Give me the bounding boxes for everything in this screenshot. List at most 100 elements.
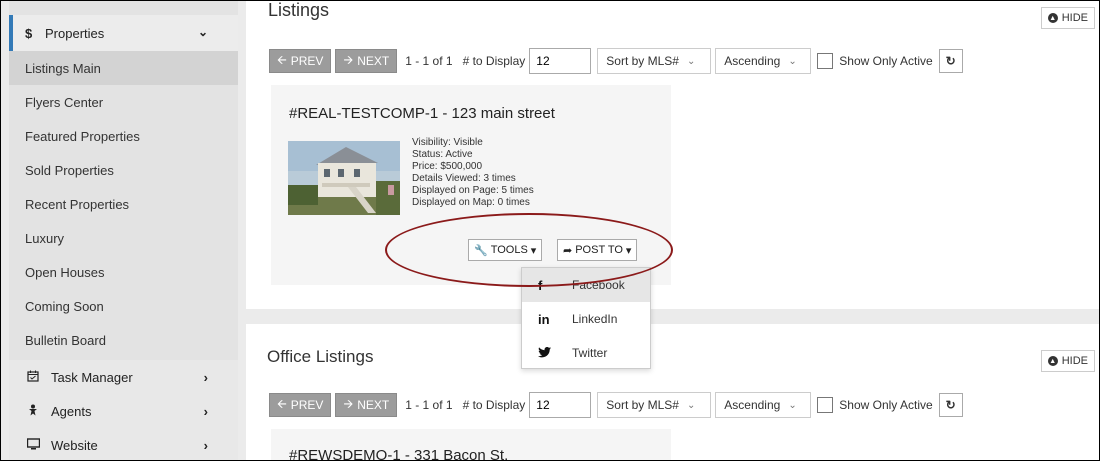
order-select[interactable]: Ascending ⌄	[715, 392, 812, 418]
calendar-icon	[27, 370, 51, 385]
dollar-icon: $	[25, 25, 33, 41]
detail-map-displays: Displayed on Map: 0 times	[412, 197, 530, 208]
sidebar-item-luxury[interactable]: Luxury	[9, 221, 238, 255]
menu-item-label: Twitter	[572, 346, 608, 360]
hide-office-listings-button[interactable]: ▲ HIDE	[1040, 350, 1095, 372]
sidebar-item-recent-properties[interactable]: Recent Properties	[9, 187, 238, 221]
facebook-icon: f	[538, 277, 543, 293]
next-label: NEXT	[357, 54, 390, 68]
chevron-up-icon: ▲	[1047, 356, 1058, 366]
listing-photo[interactable]	[288, 141, 400, 215]
sidebar-item-listings-main[interactable]: Listings Main	[9, 51, 238, 85]
hide-label: HIDE	[1061, 12, 1088, 24]
show-only-active-checkbox[interactable]	[817, 397, 834, 413]
office-listing-card: #REWSDEMO-1 - 331 Bacon St.	[271, 429, 671, 461]
listing-title: #REAL-TESTCOMP-1 - 123 main street	[289, 105, 555, 122]
post-to-button[interactable]: ➦ POST TO ▾	[557, 239, 638, 261]
show-only-active-label: Show Only Active	[839, 54, 933, 68]
detail-visibility: Visibility: Visible	[412, 137, 483, 148]
sort-by-value: Sort by MLS#	[606, 398, 679, 412]
tools-label: TOOLS	[490, 244, 528, 256]
display-count-input[interactable]	[529, 392, 592, 418]
sidebar-item-label: Recent Properties	[25, 196, 130, 212]
show-only-active-checkbox[interactable]	[817, 53, 834, 69]
prev-label: PREV	[290, 398, 324, 412]
refresh-button[interactable]: ↻	[938, 49, 963, 73]
order-select[interactable]: Ascending ⌄	[715, 48, 812, 74]
sidebar-item-label: Flyers Center	[25, 94, 104, 110]
sort-by-select[interactable]: Sort by MLS# ⌄	[597, 48, 712, 74]
order-value: Ascending	[724, 54, 781, 68]
sidebar-menu-website[interactable]: Website ›	[9, 428, 238, 460]
office-listings-title: Office Listings	[267, 347, 374, 366]
chevron-right-icon: ›	[203, 437, 208, 453]
monitor-icon	[26, 437, 51, 453]
arrow-right-icon: 🡪	[343, 52, 354, 67]
listing-details: Visibility: Visible Status: Active Price…	[412, 137, 534, 209]
sidebar-item-flyers-center[interactable]: Flyers Center	[9, 85, 238, 119]
sidebar-menu-label: Task Manager	[51, 369, 133, 385]
chevron-down-icon: ⌄	[197, 25, 208, 39]
arrow-left-icon: 🡨	[277, 396, 287, 411]
next-button[interactable]: 🡪 NEXT	[335, 49, 398, 73]
chevron-down-icon: ⌄	[686, 399, 696, 411]
chevron-down-icon: ⌄	[788, 55, 797, 67]
pager-range: 1 - 1 of 1	[405, 54, 453, 68]
sidebar-item-coming-soon[interactable]: Coming Soon	[9, 289, 238, 323]
sidebar-item-bulletin-board[interactable]: Bulletin Board	[9, 323, 238, 357]
next-label: NEXT	[357, 398, 390, 412]
refresh-button[interactable]: ↻	[938, 393, 963, 417]
office-listing-title: #REWSDEMO-1 - 331 Bacon St.	[289, 447, 509, 461]
caret-down-icon: ▾	[625, 244, 632, 257]
menu-item-facebook[interactable]: f Facebook	[522, 268, 650, 302]
page-title: Listings	[268, 0, 330, 20]
sidebar-section-properties[interactable]: $ Properties ⌄	[13, 15, 238, 51]
menu-item-label: Facebook	[572, 278, 625, 292]
hide-label: HIDE	[1061, 355, 1088, 367]
arrow-right-icon: 🡪	[343, 396, 354, 411]
caret-down-icon: ▾	[530, 244, 537, 257]
listings-toolbar: 🡨PREV 🡪NEXT 1 - 1 of 1 # to Display Sort…	[269, 48, 963, 74]
sidebar-item-open-houses[interactable]: Open Houses	[9, 255, 238, 289]
sort-by-select[interactable]: Sort by MLS# ⌄	[597, 392, 712, 418]
display-count-label: # to Display	[462, 54, 526, 68]
post-to-menu: f Facebook in LinkedIn Twitter	[521, 267, 651, 369]
sidebar-menu-label: Agents	[51, 403, 92, 419]
detail-views: Details Viewed: 3 times	[412, 173, 516, 184]
post-to-label: POST TO	[575, 244, 623, 256]
prev-button[interactable]: 🡨 PREV	[269, 49, 332, 73]
sidebar-item-label: Bulletin Board	[25, 332, 106, 348]
chevron-right-icon: ›	[203, 369, 208, 385]
menu-item-label: LinkedIn	[572, 312, 618, 326]
detail-status: Status: Active	[412, 149, 473, 160]
share-icon: ➦	[563, 244, 573, 257]
wrench-icon: 🔧	[474, 244, 488, 257]
sidebar-menu-agents[interactable]: Agents ›	[9, 394, 238, 428]
linkedin-icon: in	[538, 311, 550, 327]
tools-button[interactable]: 🔧 TOOLS ▾	[468, 239, 543, 261]
sidebar-menu-label: Website	[51, 437, 98, 453]
sidebar-item-sold-properties[interactable]: Sold Properties	[9, 153, 238, 187]
sidebar-item-label: Featured Properties	[25, 128, 140, 144]
sidebar-item-label: Listings Main	[25, 60, 101, 76]
prev-label: PREV	[290, 54, 324, 68]
menu-item-linkedin[interactable]: in LinkedIn	[522, 302, 650, 336]
sidebar-item-label: Coming Soon	[25, 298, 104, 314]
chevron-down-icon: ⌄	[686, 55, 696, 67]
prev-button[interactable]: 🡨 PREV	[269, 393, 332, 417]
chevron-down-icon: ⌄	[788, 399, 797, 411]
detail-price: Price: $500,000	[412, 161, 483, 172]
app-frame: $ Properties ⌄ Listings Main Flyers Cent…	[0, 0, 1100, 461]
sidebar-menu-task-manager[interactable]: Task Manager ›	[9, 360, 238, 394]
hide-listings-button[interactable]: ▲ HIDE	[1040, 7, 1095, 29]
next-button[interactable]: 🡪 NEXT	[335, 393, 398, 417]
arrow-left-icon: 🡨	[277, 52, 287, 67]
sidebar-item-label: Open Houses	[25, 264, 105, 280]
sidebar-item-label: Sold Properties	[25, 162, 114, 178]
sidebar-item-featured-properties[interactable]: Featured Properties	[9, 119, 238, 153]
display-count-label: # to Display	[462, 398, 526, 412]
menu-item-twitter[interactable]: Twitter	[522, 336, 650, 370]
order-value: Ascending	[724, 398, 781, 412]
sidebar-section-label: Properties	[45, 25, 105, 41]
display-count-input[interactable]	[529, 48, 592, 74]
